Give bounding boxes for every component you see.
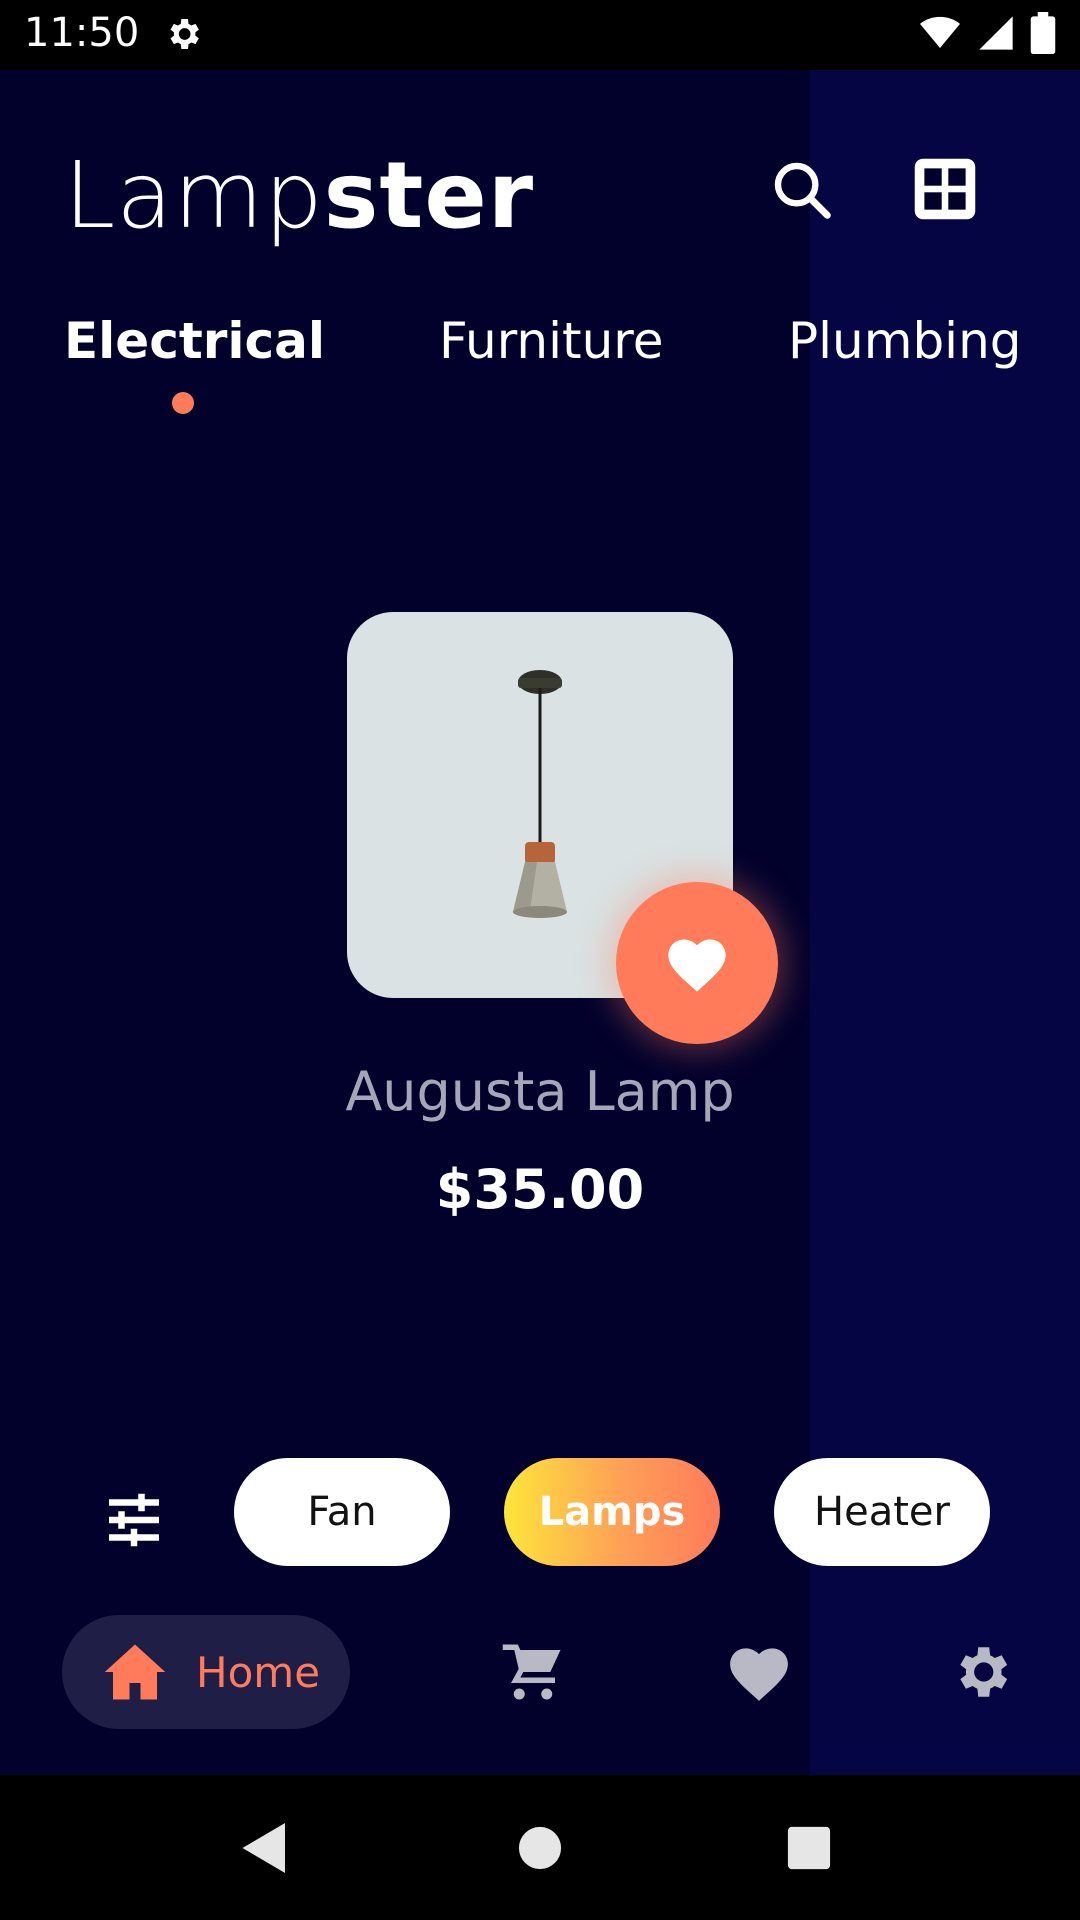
active-tab-indicator <box>172 392 194 414</box>
heart-icon <box>668 939 726 992</box>
settings-gear-icon[interactable] <box>948 1639 1014 1705</box>
logo-light-text: Lamp <box>64 142 324 249</box>
status-time: 11:50 <box>24 10 140 56</box>
status-icons <box>918 12 1056 54</box>
cart-icon[interactable] <box>500 1639 566 1705</box>
battery-icon <box>1030 12 1056 54</box>
chip-heater[interactable]: Heater <box>774 1458 990 1566</box>
cellular-signal-icon <box>979 16 1013 50</box>
chip-lamps[interactable]: Lamps <box>504 1458 720 1566</box>
app-logo: Lampster <box>64 142 534 249</box>
category-tabs: Electrical Furniture Plumbing <box>0 312 1080 372</box>
logo-bold-text: ster <box>323 142 535 249</box>
chip-fan[interactable]: Fan <box>234 1458 450 1566</box>
recents-square-icon[interactable] <box>786 1825 832 1871</box>
home-icon <box>104 1644 166 1700</box>
nav-home-button[interactable]: Home <box>62 1615 350 1729</box>
nav-home-label: Home <box>196 1647 321 1697</box>
app-screen: Lampster Electrical Furniture Plumbing A… <box>0 70 1080 1775</box>
grid-view-icon[interactable] <box>912 156 978 222</box>
tab-electrical[interactable]: Electrical <box>64 312 325 370</box>
favorite-button[interactable] <box>616 882 778 1044</box>
product-name: Augusta Lamp <box>345 1060 735 1123</box>
tab-plumbing[interactable]: Plumbing <box>788 312 1022 370</box>
system-navigation-bar <box>0 1775 1080 1920</box>
wifi-icon <box>920 16 960 48</box>
status-bar: 11:50 <box>0 0 1080 70</box>
search-icon[interactable] <box>770 158 834 222</box>
tab-furniture[interactable]: Furniture <box>439 312 664 370</box>
filter-sliders-icon[interactable] <box>104 1490 164 1550</box>
home-circle-icon[interactable] <box>517 1825 563 1871</box>
back-icon[interactable] <box>240 1820 290 1876</box>
bottom-navigation: Home <box>0 1615 1080 1745</box>
product-price: $35.00 <box>435 1158 645 1221</box>
favorites-heart-icon[interactable] <box>726 1639 792 1705</box>
settings-gear-icon <box>170 19 199 49</box>
